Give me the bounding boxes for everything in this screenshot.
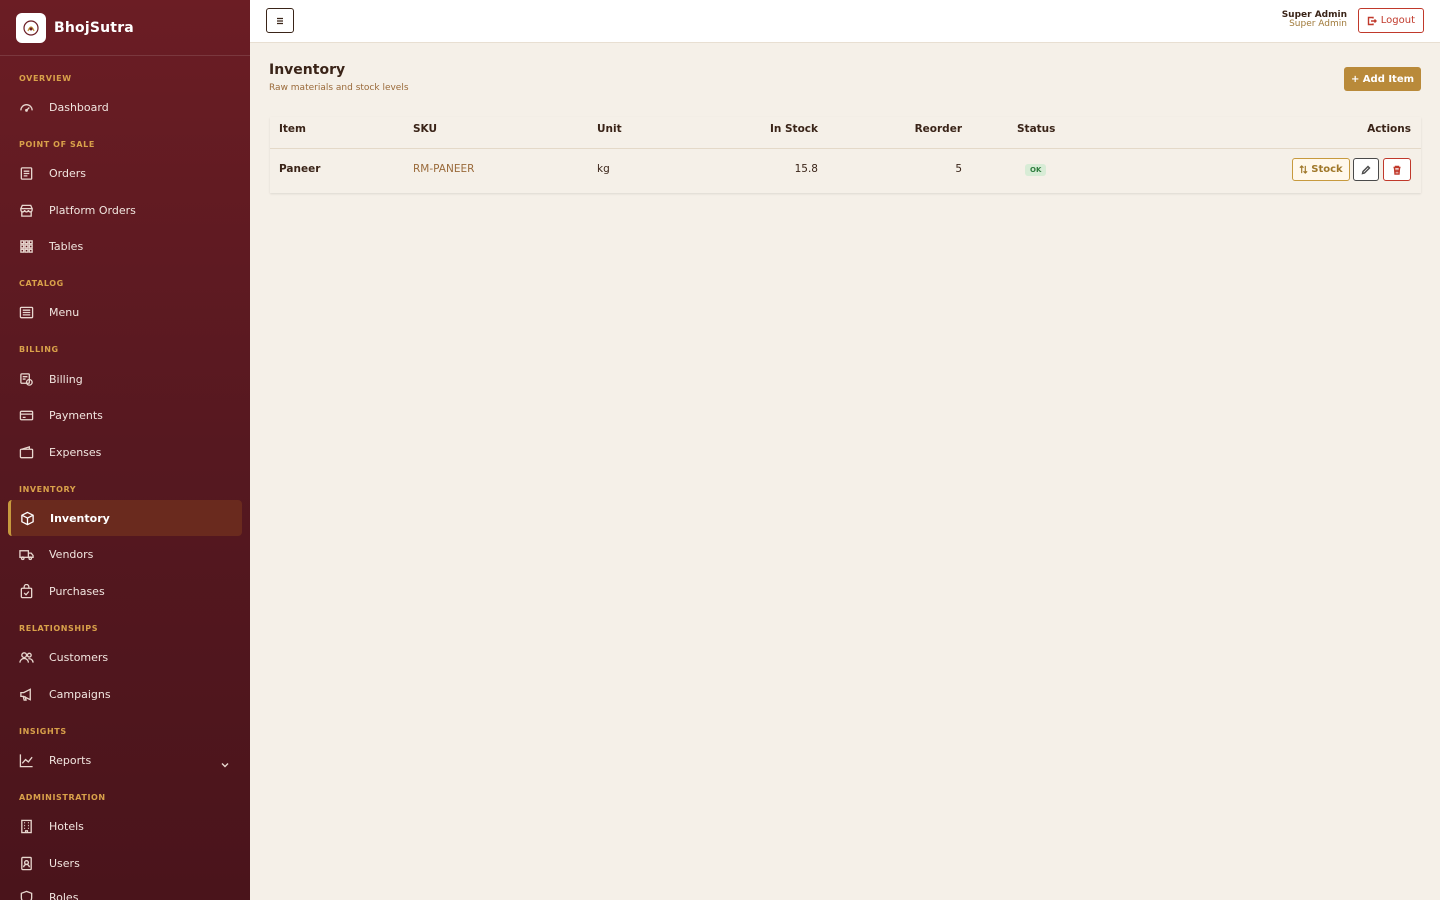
- stock-button[interactable]: Stock: [1292, 158, 1350, 181]
- sidebar-item-label: Inventory: [50, 511, 110, 525]
- column-header-sku: SKU: [413, 123, 438, 135]
- box-icon: [19, 510, 35, 526]
- sidebar-item-payments[interactable]: Payments: [8, 397, 242, 433]
- status-badge: OK: [1025, 164, 1047, 176]
- user-info: Super Admin Super Admin: [1282, 11, 1347, 29]
- sidebar-item-purchases[interactable]: Purchases: [8, 573, 242, 609]
- topbar: Super Admin Super Admin Logout: [250, 0, 1440, 43]
- cell-item: Paneer: [279, 163, 321, 175]
- sidebar-item-label: Reports: [49, 753, 92, 767]
- sidebar-item-label: Tables: [49, 239, 84, 253]
- sidebar-item-menu[interactable]: Menu: [8, 294, 242, 330]
- sidebar-item-orders[interactable]: Orders: [8, 155, 242, 191]
- cell-in-stock: 15.8: [794, 163, 818, 175]
- sidebar-item-label: Orders: [49, 166, 86, 180]
- sidebar-item-label: Hotels: [49, 819, 84, 833]
- receipt-icon: [18, 165, 34, 181]
- sidebar-item-billing[interactable]: Billing: [8, 361, 242, 397]
- sidebar-item-label: Purchases: [49, 584, 105, 598]
- sidebar-item-label: Vendors: [49, 547, 94, 561]
- sidebar-item-vendors[interactable]: Vendors: [8, 536, 242, 572]
- sidebar-item-label: Roles: [49, 890, 79, 900]
- bag-check-icon: [18, 583, 34, 599]
- column-header-status: Status: [1017, 123, 1056, 135]
- sidebar-item-label: Dashboard: [49, 100, 109, 114]
- sidebar-item-label: Users: [49, 856, 80, 870]
- add-item-label: + Add Item: [1350, 73, 1415, 85]
- chevron-down-icon[interactable]: [220, 755, 230, 768]
- sidebar-item-label: Billing: [49, 372, 83, 386]
- logout-icon: [1367, 16, 1377, 25]
- section-label-relationships: RELATIONSHIPS: [19, 624, 99, 633]
- section-label-administration: ADMINISTRATION: [19, 793, 106, 802]
- trash-icon: [1393, 165, 1401, 175]
- sidebar-item-users[interactable]: Users: [8, 845, 242, 881]
- brand[interactable]: BhojSutra: [0, 0, 250, 56]
- user-role: Super Admin: [1289, 19, 1347, 29]
- store-icon: [18, 202, 34, 218]
- sidebar-item-expenses[interactable]: Expenses: [8, 434, 242, 470]
- sidebar-item-label: Campaigns: [49, 687, 111, 701]
- sidebar-item-tables[interactable]: Tables: [8, 228, 242, 264]
- bill-icon: [18, 371, 34, 387]
- section-label-pos: POINT OF SALE: [19, 140, 95, 149]
- stock-button-label: Stock: [1311, 164, 1343, 175]
- building-icon: [18, 818, 34, 834]
- sidebar-item-roles[interactable]: Roles: [8, 879, 242, 900]
- sidebar-item-label: Expenses: [49, 445, 102, 459]
- section-label-insights: INSIGHTS: [19, 727, 67, 736]
- sidebar-item-campaigns[interactable]: Campaigns: [8, 676, 242, 712]
- people-icon: [18, 649, 34, 665]
- column-header-item: Item: [279, 123, 306, 135]
- list-icon: [18, 304, 34, 320]
- sidebar-item-platform-orders[interactable]: Platform Orders: [8, 192, 242, 228]
- section-label-billing: BILLING: [19, 345, 59, 354]
- brand-name: BhojSutra: [54, 19, 134, 36]
- sidebar-item-label: Platform Orders: [49, 203, 136, 217]
- column-header-reorder: Reorder: [914, 123, 962, 135]
- column-header-unit: Unit: [597, 123, 622, 135]
- section-label-overview: OVERVIEW: [19, 74, 72, 83]
- sidebar-item-dashboard[interactable]: Dashboard: [8, 89, 242, 125]
- id-badge-icon: [18, 855, 34, 871]
- truck-icon: [18, 546, 34, 562]
- megaphone-icon: [18, 686, 34, 702]
- sidebar-item-label: Menu: [49, 305, 80, 319]
- menu-toggle-button[interactable]: [266, 8, 294, 33]
- sidebar-item-inventory[interactable]: Inventory: [8, 500, 242, 536]
- brand-logo-icon: [16, 12, 46, 43]
- sidebar: BhojSutra OVERVIEW Dashboard POINT OF SA…: [0, 0, 250, 900]
- cell-unit: kg: [597, 163, 610, 175]
- section-label-catalog: CATALOG: [19, 279, 64, 288]
- add-item-button[interactable]: + Add Item: [1344, 67, 1421, 91]
- section-label-inventory: INVENTORY: [19, 485, 77, 494]
- wallet-icon: [18, 444, 34, 460]
- cell-reorder: 5: [955, 163, 962, 175]
- sidebar-item-label: Payments: [49, 408, 103, 422]
- cell-sku: RM-PANEER: [413, 163, 475, 175]
- logout-label: Logout: [1380, 15, 1415, 26]
- swap-vertical-icon: [1299, 165, 1308, 174]
- gauge-icon: [18, 99, 34, 115]
- inventory-table: Item SKU Unit In Stock Reorder Status Ac…: [270, 117, 1421, 193]
- column-header-in-stock: In Stock: [769, 123, 818, 135]
- pencil-icon: [1361, 165, 1371, 174]
- shield-icon: [18, 889, 34, 900]
- column-header-actions: Actions: [1367, 123, 1411, 135]
- hamburger-icon: [277, 17, 283, 24]
- logout-button[interactable]: Logout: [1357, 8, 1424, 33]
- sidebar-item-reports[interactable]: Reports: [8, 742, 242, 778]
- sidebar-item-label: Customers: [49, 650, 109, 664]
- delete-button[interactable]: [1383, 158, 1411, 181]
- edit-button[interactable]: [1353, 158, 1379, 181]
- table-header-divider: [270, 148, 1421, 149]
- page-subtitle: Raw materials and stock levels: [269, 83, 409, 93]
- sidebar-item-customers[interactable]: Customers: [8, 639, 242, 675]
- card-icon: [18, 407, 34, 423]
- grid-icon: [18, 238, 34, 254]
- sidebar-item-hotels[interactable]: Hotels: [8, 808, 242, 844]
- chart-line-icon: [18, 752, 34, 768]
- page-title: Inventory: [269, 62, 346, 78]
